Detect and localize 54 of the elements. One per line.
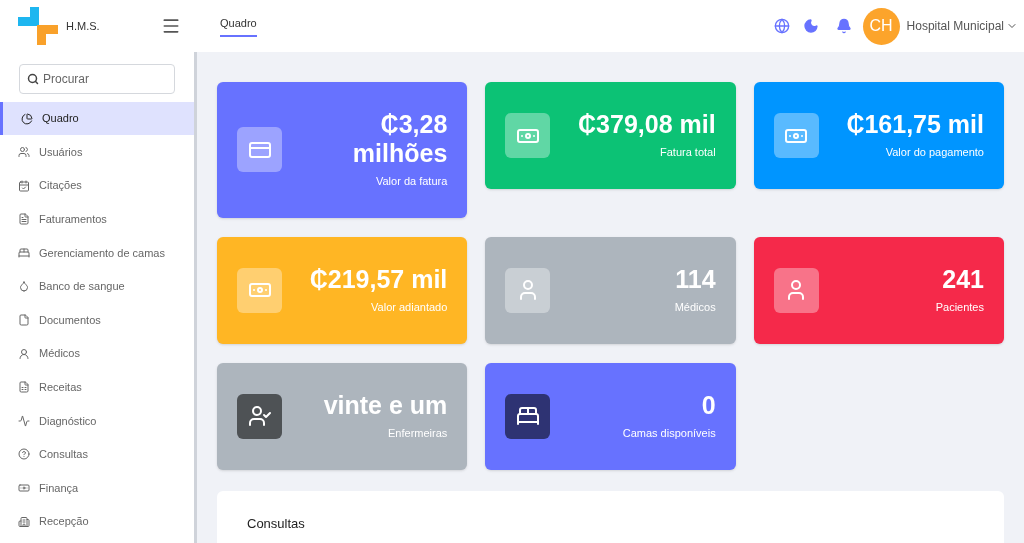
search-icon (27, 73, 39, 85)
stat-value: ₵379,08 mil (578, 110, 716, 140)
stat-label: Valor do pagamento (884, 145, 984, 161)
sidebar-item[interactable]: Médicos (0, 337, 194, 371)
pulse-icon (18, 414, 30, 427)
user-name[interactable]: Hospital Municipal (906, 17, 1004, 35)
stat-value: 0 (700, 390, 716, 420)
logo-icon (18, 7, 58, 45)
invoice-icon (18, 213, 30, 226)
stat-value: 114 (674, 264, 716, 294)
stat-label: Valor da fatura (375, 174, 448, 189)
sidebar-item[interactable]: Banco de sangue (0, 269, 194, 303)
stat-value: vinte e um (323, 390, 448, 420)
sidebar-item[interactable]: Citações (0, 169, 194, 203)
sidebar-item[interactable]: Quadro (0, 102, 194, 135)
search-field[interactable]: Procurar (19, 64, 175, 94)
help-icon (18, 448, 30, 461)
sidebar-item[interactable]: Gerenciamento de camas (0, 236, 194, 270)
stat-label: Valor adiantado (370, 299, 448, 315)
document-icon (18, 314, 30, 327)
stat-value: 241 (941, 264, 984, 294)
stat-label: Enfermeiras (387, 425, 448, 441)
calendar-icon (18, 179, 30, 192)
sidebar-item[interactable]: Usuários (0, 135, 194, 169)
drop-icon (18, 280, 30, 293)
bed-icon (18, 246, 30, 259)
globe-icon[interactable] (773, 18, 790, 34)
users-icon (18, 146, 30, 159)
stat-label: Médicos (674, 299, 716, 315)
stat-label: Pacientes (935, 299, 984, 315)
header-tab[interactable]: Quadro (220, 15, 257, 37)
stat-label: Fatura total (659, 145, 716, 161)
sidebar-item[interactable]: Recepção (0, 505, 194, 539)
stat-value: ₵161,75 mil (846, 110, 984, 140)
panel-title: Consultas (247, 515, 305, 531)
sidebar-item[interactable]: Finança (0, 471, 194, 505)
stat-value: ₵219,57 mil (309, 264, 448, 294)
brand-name: H.M.S. (66, 18, 100, 34)
sidebar-item[interactable]: Receitas (0, 370, 194, 404)
sidebar-item[interactable]: Faturamentos (0, 202, 194, 236)
menu-icon[interactable] (161, 16, 181, 36)
building-icon (18, 515, 30, 528)
person-icon (18, 347, 30, 360)
stat-value: ₵3,28 milhões (351, 110, 448, 168)
bed-icon (515, 404, 540, 428)
sidebar-item[interactable]: Diagnóstico (0, 404, 194, 438)
stat-label: Camas disponíveis (622, 425, 716, 441)
pie-chart-icon (21, 112, 33, 125)
moon-icon[interactable] (802, 18, 819, 34)
banknote-icon (18, 482, 30, 495)
sidebar-item[interactable]: Documentos (0, 303, 194, 337)
document-icon (18, 381, 30, 394)
notification-icon[interactable] (835, 18, 852, 34)
sidebar-item[interactable]: Consultas (0, 437, 194, 471)
